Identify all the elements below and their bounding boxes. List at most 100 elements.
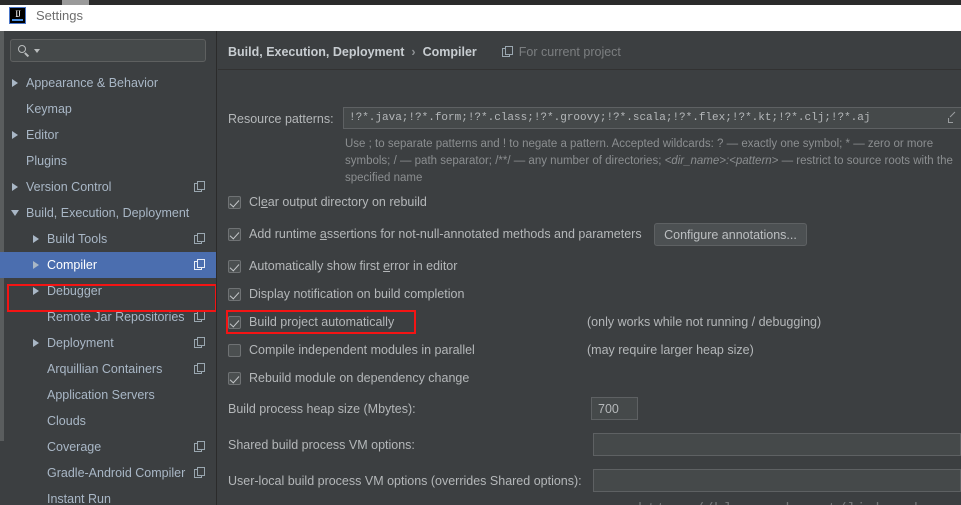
- resource-patterns-help-text: Use ; to separate patterns and ! to nega…: [345, 138, 953, 184]
- sidebar-item-application-servers[interactable]: Application Servers: [0, 382, 216, 408]
- build-process-heap-size-mbytes-input[interactable]: 700: [591, 397, 638, 420]
- sidebar-item-label: Appearance & Behavior: [26, 76, 159, 90]
- option-note: (may require larger heap size): [587, 343, 754, 357]
- checkbox-compile-independent-modules-in-parallel[interactable]: Compile independent modules in parallel: [228, 343, 475, 357]
- shared-build-process-vm-options-label: Shared build process VM options:: [228, 438, 415, 452]
- resource-patterns-label: Resource patterns:: [228, 112, 334, 126]
- configure-annotations-button[interactable]: Configure annotations...: [654, 223, 807, 246]
- user-local-build-process-vm-options-overri-input[interactable]: [593, 469, 961, 492]
- project-scope-icon: [194, 233, 206, 245]
- help-dir-pattern-token: <dir_name>:<pattern>: [664, 155, 779, 167]
- sidebar-item-label: Compiler: [47, 258, 98, 272]
- project-scope-icon: [194, 337, 206, 349]
- sidebar-item-label: Arquillian Containers: [47, 362, 163, 376]
- checkbox-checked-icon[interactable]: [228, 371, 241, 385]
- checkbox-clear-output-directory-on-rebuild[interactable]: Clear output directory on rebuild: [228, 195, 427, 209]
- chevron-right-icon[interactable]: [29, 233, 42, 246]
- project-scope-icon: [194, 363, 206, 375]
- chevron-right-icon[interactable]: [29, 337, 42, 350]
- breadcrumb-root[interactable]: Build, Execution, Deployment: [228, 45, 404, 59]
- window-title: Settings: [36, 8, 83, 23]
- sidebar-item-remote-jar-repositories[interactable]: Remote Jar Repositories: [0, 304, 216, 330]
- titlebar-strip-right: [89, 0, 961, 5]
- sidebar-item-version-control[interactable]: Version Control: [0, 174, 216, 200]
- checkbox-checked-icon[interactable]: [228, 195, 241, 209]
- option-note: (only works while not running / debuggin…: [587, 315, 822, 329]
- checkbox-label: Rebuild module on dependency change: [249, 371, 470, 385]
- intellij-logo-glyph: IJ: [15, 9, 20, 19]
- sidebar-item-instant-run[interactable]: Instant Run: [0, 486, 216, 505]
- sidebar-item-arquillian-containers[interactable]: Arquillian Containers: [0, 356, 216, 382]
- sidebar-item-plugins[interactable]: Plugins: [0, 148, 216, 174]
- checkbox-display-notification-on-build-completion[interactable]: Display notification on build completion: [228, 287, 464, 301]
- breadcrumb-leaf: Compiler: [422, 45, 477, 59]
- resource-patterns-input[interactable]: !?*.java;!?*.form;!?*.class;!?*.groovy;!…: [343, 107, 961, 129]
- search-icon: [18, 44, 32, 58]
- checkbox-add-runtime-assertions-for-not-null-annotated-methods-and-parameters[interactable]: Add runtime assertions for not-null-anno…: [228, 227, 642, 241]
- sidebar-item-label: Debugger: [47, 284, 102, 298]
- header-divider: [218, 69, 961, 70]
- search-input[interactable]: [10, 39, 206, 62]
- sidebar-item-deployment[interactable]: Deployment: [0, 330, 216, 356]
- chevron-right-icon[interactable]: [29, 285, 42, 298]
- shared-build-process-vm-options-input[interactable]: [593, 433, 961, 456]
- sidebar-item-build-tools[interactable]: Build Tools: [0, 226, 216, 252]
- checkbox-label: Display notification on build completion: [249, 287, 465, 301]
- checkbox-automatically-show-first-error-in-editor[interactable]: Automatically show first error in editor: [228, 259, 457, 273]
- chevron-down-icon[interactable]: [34, 48, 40, 53]
- checkbox-label: Compile independent modules in parallel: [249, 343, 475, 357]
- search-container: [0, 31, 216, 68]
- checkbox-build-project-automatically[interactable]: Build project automatically: [228, 315, 394, 329]
- user-local-build-process-vm-options-overri-label: User-local build process VM options (ove…: [228, 474, 582, 488]
- checkbox-checked-icon[interactable]: [228, 315, 241, 329]
- checkbox-rebuild-module-on-dependency-change[interactable]: Rebuild module on dependency change: [228, 371, 469, 385]
- chevron-right-icon[interactable]: [8, 77, 21, 90]
- checkbox-checked-icon[interactable]: [228, 259, 241, 273]
- sidebar-item-label: Clouds: [47, 414, 86, 428]
- breadcrumb-separator: ›: [411, 45, 416, 59]
- intellij-logo-bar: [12, 19, 23, 21]
- sidebar-item-label: Keymap: [26, 102, 72, 116]
- sidebar-item-gradle-android-compiler[interactable]: Gradle-Android Compiler: [0, 460, 216, 486]
- checkbox-unchecked-icon[interactable]: [228, 343, 241, 357]
- chevron-down-icon[interactable]: [8, 207, 21, 220]
- sidebar-item-clouds[interactable]: Clouds: [0, 408, 216, 434]
- watermark-text: https://blog.csdn.net/lishangke: [638, 501, 933, 505]
- scope-label: For current project: [518, 45, 621, 59]
- sidebar-item-coverage[interactable]: Coverage: [0, 434, 216, 460]
- checkbox-label: Add runtime assertions for not-null-anno…: [249, 227, 642, 241]
- titlebar-strip-mid: [62, 0, 89, 5]
- sidebar-item-label: Remote Jar Repositories: [47, 310, 185, 324]
- expand-field-icon[interactable]: [948, 111, 959, 124]
- project-scope-icon: [194, 259, 206, 271]
- project-scope-icon: [194, 181, 206, 193]
- intellij-logo-icon: IJ: [9, 7, 26, 24]
- compiler-settings-panel: Build, Execution, Deployment › Compiler …: [218, 31, 961, 505]
- sidebar-item-compiler[interactable]: Compiler: [0, 252, 216, 278]
- breadcrumb: Build, Execution, Deployment › Compiler …: [228, 45, 621, 59]
- sidebar-item-label: Coverage: [47, 440, 102, 454]
- sidebar-item-build-execution-deployment[interactable]: Build, Execution, Deployment: [0, 200, 216, 226]
- chevron-right-icon[interactable]: [29, 259, 42, 272]
- sidebar-item-label: Plugins: [26, 154, 67, 168]
- chevron-right-icon[interactable]: [8, 181, 21, 194]
- project-scope-icon: [194, 441, 206, 453]
- chevron-right-icon[interactable]: [8, 129, 21, 142]
- build-process-heap-size-mbytes-label: Build process heap size (Mbytes):: [228, 402, 416, 416]
- sidebar-item-debugger[interactable]: Debugger: [0, 278, 216, 304]
- checkbox-checked-icon[interactable]: [228, 227, 241, 241]
- window-titlebar: IJ Settings: [0, 0, 961, 31]
- sidebar-item-appearance-behavior[interactable]: Appearance & Behavior: [0, 70, 216, 96]
- sidebar-item-editor[interactable]: Editor: [0, 122, 216, 148]
- sidebar-item-keymap[interactable]: Keymap: [0, 96, 216, 122]
- checkbox-checked-icon[interactable]: [228, 287, 241, 301]
- project-scope-icon: [194, 311, 206, 323]
